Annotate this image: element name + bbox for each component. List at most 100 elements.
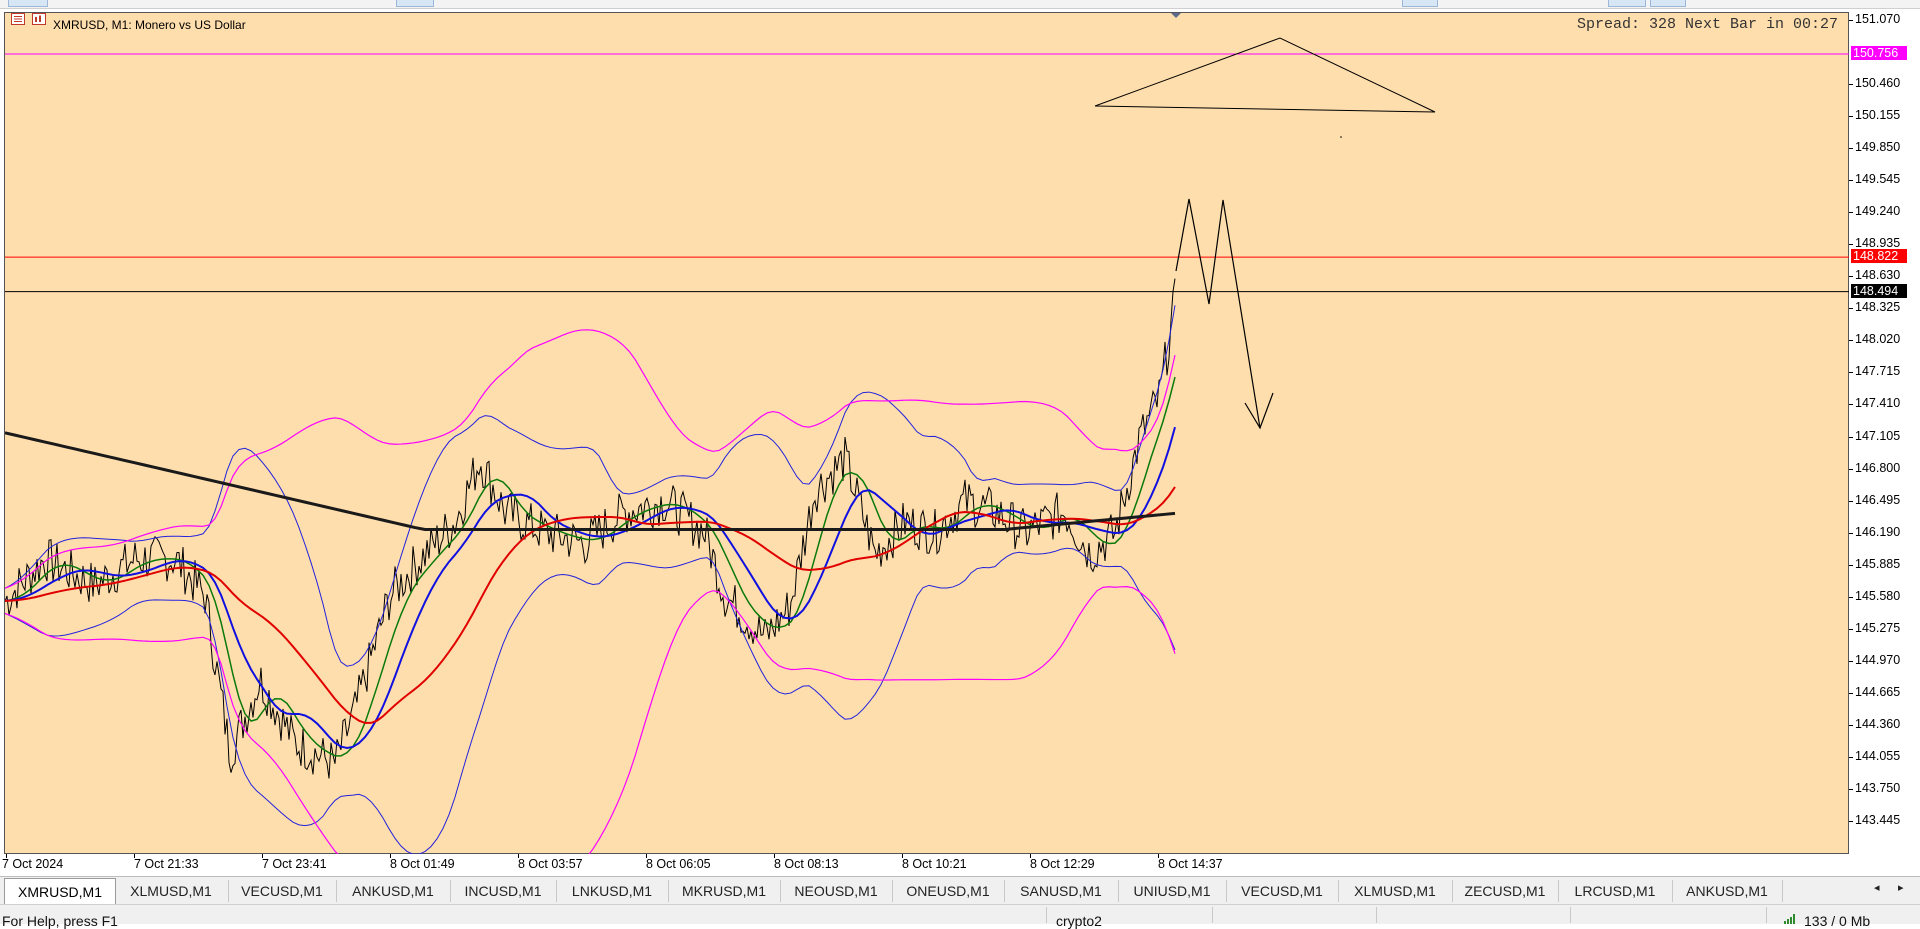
time-label: 7 Oct 21:33 <box>134 857 199 871</box>
price-tick <box>1849 756 1853 758</box>
price-badge: 148.494 <box>1851 283 1907 298</box>
price-label: 148.020 <box>1855 332 1901 347</box>
price-label: 148.325 <box>1855 300 1901 315</box>
price-label: 150.155 <box>1855 108 1901 123</box>
tab-neousd-m1[interactable]: NEOUSD,M1 <box>780 880 893 902</box>
price-label: 144.360 <box>1855 716 1901 731</box>
status-divider <box>1766 907 1767 923</box>
outer-band-lower <box>5 586 1176 855</box>
price-tick <box>1849 84 1853 86</box>
price-axis[interactable]: 151.070 150.460 150.155 149.850 149.545 149.2… <box>1849 12 1920 854</box>
triangle-drawing <box>1094 37 1436 113</box>
tab-xlmusd-m1[interactable]: XLMUSD,M1 <box>114 880 229 902</box>
price-tick <box>1849 276 1853 278</box>
time-label: 7 Oct 2024 <box>2 857 64 871</box>
tab-scroll-left-icon[interactable]: ◂ <box>1874 881 1880 894</box>
chart-title: XMRUSD, M1: Monero vs US Dollar <box>53 18 246 32</box>
price-tick <box>1849 500 1853 502</box>
tab-vecusd-m1[interactable]: VECUSD,M1 <box>1226 880 1339 902</box>
spread-countdown: Spread: 328 Next Bar in 00:27 <box>1577 16 1838 33</box>
status-help-text: For Help, press F1 <box>2 913 118 929</box>
zigzag-drawing <box>1175 198 1261 429</box>
price-tick <box>1849 244 1853 246</box>
price-label: 151.070 <box>1855 12 1901 26</box>
price-tick <box>1849 308 1853 310</box>
price-label: 149.545 <box>1855 172 1901 187</box>
price-label: 147.410 <box>1855 396 1901 411</box>
toolbar-button[interactable] <box>1650 0 1686 7</box>
price-tick <box>1849 788 1853 790</box>
price-tick <box>1849 628 1853 630</box>
price-label: 143.750 <box>1855 780 1901 795</box>
toolbar-button[interactable] <box>1608 0 1646 7</box>
time-label: 8 Oct 01:49 <box>390 857 455 871</box>
price-label: 146.495 <box>1855 492 1901 507</box>
price-label: 146.800 <box>1855 460 1901 475</box>
price-tick <box>1849 660 1853 662</box>
tab-xmrusd-m1[interactable]: XMRUSD,M1 <box>4 878 116 905</box>
price-tick <box>1849 180 1853 182</box>
time-label: 8 Oct 12:29 <box>1030 857 1095 871</box>
tab-ankusd-m1[interactable]: ANKUSD,M1 <box>336 880 451 902</box>
price-label: 143.445 <box>1855 813 1901 827</box>
tab-uniusd-m1[interactable]: UNIUSD,M1 <box>1118 880 1227 902</box>
tab-vecusd-m1[interactable]: VECUSD,M1 <box>228 880 337 902</box>
price-label: 146.190 <box>1855 524 1901 539</box>
price-label: 144.665 <box>1855 684 1901 699</box>
chart-tab-bar: ◂ ▸ XMRUSD,M1 XLMUSD,M1 VECUSD,M1 ANKUSD,M1… <box>0 876 1920 905</box>
tab-lnkusd-m1[interactable]: LNKUSD,M1 <box>556 880 669 902</box>
tab-oneusd-m1[interactable]: ONEUSD,M1 <box>892 880 1005 902</box>
chart-indicator-icon[interactable] <box>32 13 46 25</box>
tab-incusd-m1[interactable]: INCUSD,M1 <box>450 880 557 902</box>
status-divider <box>1212 907 1213 923</box>
price-tick <box>1849 724 1853 726</box>
price-label: 147.105 <box>1855 428 1901 443</box>
tab-sanusd-m1[interactable]: SANUSD,M1 <box>1004 880 1119 902</box>
tab-ankusd-m1[interactable]: ANKUSD,M1 <box>1672 880 1783 902</box>
time-label: 8 Oct 06:05 <box>646 857 711 871</box>
price-tick <box>1849 468 1853 470</box>
status-divider <box>1376 907 1377 923</box>
price-chart-svg[interactable] <box>5 13 1850 855</box>
chart-window: XMRUSD, M1: Monero vs US Dollar Spread: … <box>4 12 1850 855</box>
tab-zecusd-m1[interactable]: ZECUSD,M1 <box>1452 880 1559 902</box>
price-tick <box>1849 148 1853 150</box>
status-bar: For Help, press F1 crypto2 133 / 0 Mb <box>0 904 1920 929</box>
price-label: 144.970 <box>1855 652 1901 667</box>
price-tick <box>1849 692 1853 694</box>
price-label: 145.580 <box>1855 588 1901 603</box>
time-axis[interactable]: 7 Oct 2024 7 Oct 21:33 7 Oct 23:41 8 Oct 01… <box>2 854 1849 876</box>
time-label: 8 Oct 10:21 <box>902 857 967 871</box>
top-toolbar-strip <box>0 0 1920 9</box>
inner-band-lower <box>5 547 1176 855</box>
price-label: 148.630 <box>1855 268 1901 283</box>
price-tick <box>1849 532 1853 534</box>
price-tick <box>1849 821 1853 822</box>
inner-band-upper <box>5 305 1176 667</box>
price-label: 144.055 <box>1855 748 1901 763</box>
drawing-dot <box>1340 136 1342 138</box>
status-profile-name[interactable]: crypto2 <box>1056 913 1102 929</box>
chart-shift-marker <box>1171 13 1181 18</box>
price-label: 149.850 <box>1855 140 1901 155</box>
toolbar-button[interactable] <box>8 0 48 7</box>
chart-list-icon[interactable] <box>11 13 25 25</box>
price-tick <box>1849 596 1853 598</box>
price-tick <box>1849 436 1853 438</box>
tab-mkrusd-m1[interactable]: MKRUSD,M1 <box>668 880 781 902</box>
chart-plot-area[interactable]: XMRUSD, M1: Monero vs US Dollar Spread: … <box>4 12 1850 855</box>
time-label: 8 Oct 08:13 <box>774 857 839 871</box>
price-badge: 150.756 <box>1851 45 1907 60</box>
price-tick <box>1849 20 1853 21</box>
toolbar-button[interactable] <box>1402 0 1438 7</box>
status-traffic: 133 / 0 Mb <box>1804 913 1871 929</box>
price-label: 145.275 <box>1855 620 1901 635</box>
ma-blue-line <box>5 426 1176 749</box>
price-tick <box>1849 564 1853 566</box>
tab-lrcusd-m1[interactable]: LRCUSD,M1 <box>1558 880 1673 902</box>
toolbar-button[interactable] <box>396 0 434 7</box>
tab-xlmusd-m1[interactable]: XLMUSD,M1 <box>1338 880 1453 902</box>
time-label: 7 Oct 23:41 <box>262 857 327 871</box>
price-tick <box>1849 404 1853 406</box>
tab-scroll-right-icon[interactable]: ▸ <box>1898 881 1904 894</box>
